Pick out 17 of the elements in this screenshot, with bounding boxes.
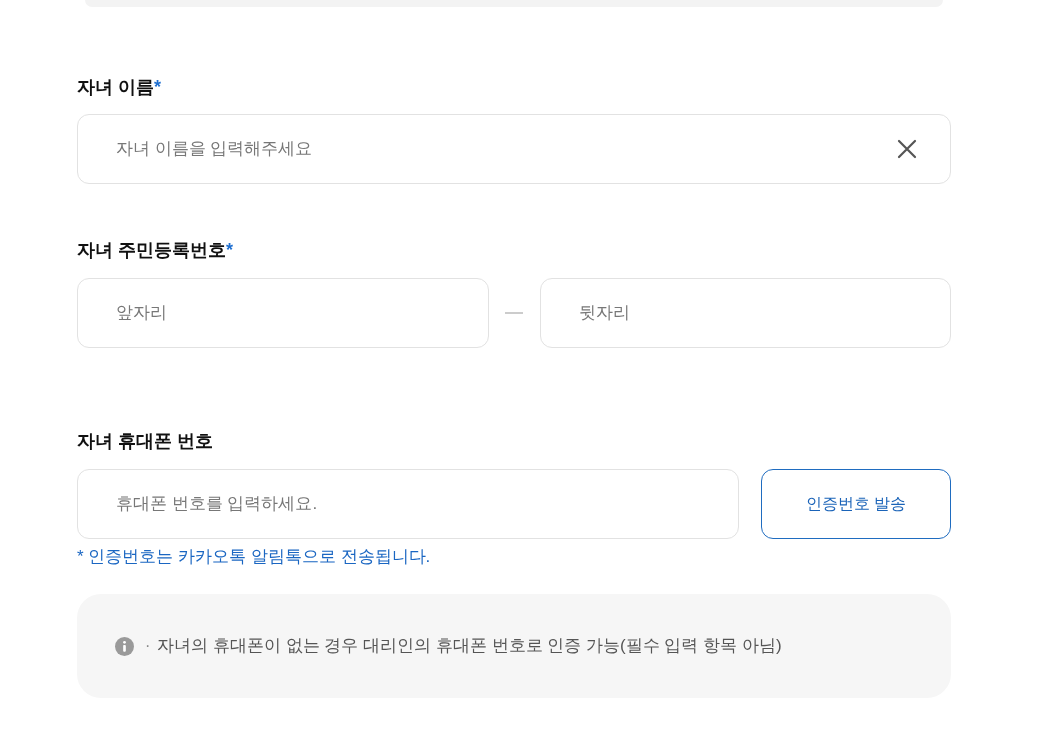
field-label: 자녀 휴대폰 번호 bbox=[77, 430, 213, 453]
input-field[interactable]: 뒷자리 bbox=[539, 278, 951, 348]
close-icon bbox=[897, 139, 917, 159]
dash-separator bbox=[505, 312, 523, 314]
field-label: 자녀 이름 bbox=[77, 76, 154, 99]
required-mark: * bbox=[226, 239, 234, 262]
clear-button[interactable] bbox=[897, 139, 917, 159]
info-text: 자녀의 휴대폰이 없는 경우 대리인의 휴대폰 번호로 인증 가능(필수 입력 항목 아님) bbox=[157, 635, 782, 658]
send-code-button[interactable]: 인증번호 발송 bbox=[761, 469, 951, 539]
required-mark: * bbox=[154, 76, 162, 99]
field-label: 자녀 주민등록번호 bbox=[77, 239, 226, 262]
helper-note: * 인증번호는 카카오톡 알림톡으로 전송됩니다. bbox=[77, 546, 431, 568]
info-icon bbox=[115, 636, 134, 656]
bullet-dot: · bbox=[145, 636, 151, 656]
input-field[interactable]: 자녀 이름을 입력해주세요 bbox=[77, 114, 951, 184]
input-field[interactable]: 휴대폰 번호를 입력하세요. bbox=[77, 469, 739, 539]
input-field[interactable]: 앞자리 bbox=[77, 278, 489, 348]
